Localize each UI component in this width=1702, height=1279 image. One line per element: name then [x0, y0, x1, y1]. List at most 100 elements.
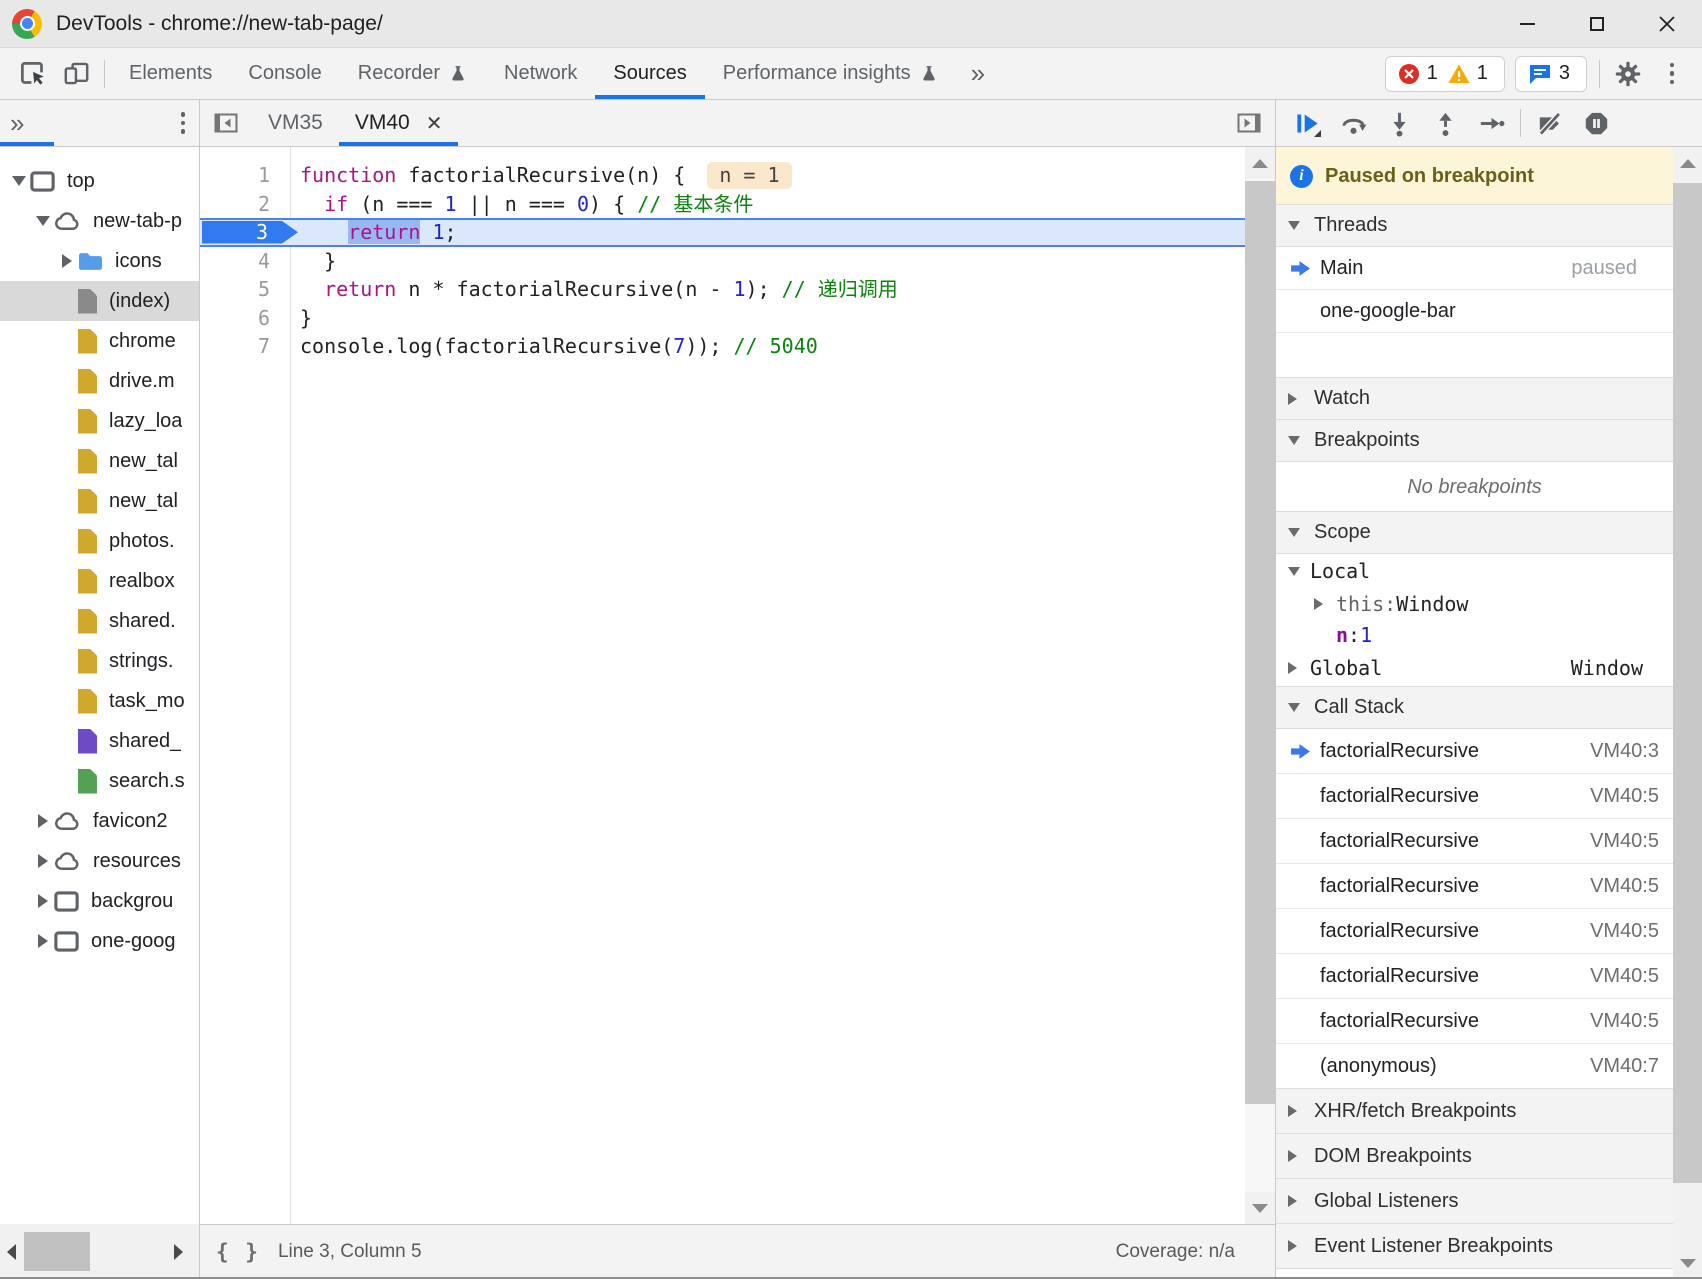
close-button[interactable] — [1632, 0, 1702, 47]
pause-on-exceptions-button[interactable] — [1573, 102, 1619, 144]
section-header-event-listener-breakpoints[interactable]: Event Listener Breakpoints — [1276, 1223, 1673, 1269]
maximize-button[interactable] — [1562, 0, 1632, 47]
scroll-down-button[interactable] — [1245, 1192, 1275, 1224]
call-stack-section-header[interactable]: Call Stack — [1276, 686, 1673, 729]
tree-item-new-tal[interactable]: new_tal — [0, 481, 199, 521]
next-tabs-button[interactable] — [1223, 100, 1275, 146]
tab-sources[interactable]: Sources — [595, 48, 704, 99]
step-over-button[interactable] — [1330, 102, 1376, 144]
code-line-2[interactable]: 2 if (n === 1 || n === 0) { // 基本条件 — [200, 190, 1275, 219]
expander-right-icon[interactable] — [38, 814, 48, 828]
device-toolbar-button[interactable] — [54, 52, 98, 96]
call-stack-frame[interactable]: factorialRecursiveVM40:3 — [1276, 729, 1673, 774]
section-header-dom-breakpoints[interactable]: DOM Breakpoints — [1276, 1133, 1673, 1179]
expander-down-icon[interactable] — [36, 216, 50, 226]
line-number[interactable]: 2 — [200, 190, 290, 219]
tree-item-shared-[interactable]: shared. — [0, 601, 199, 641]
tree-item-chrome[interactable]: chrome — [0, 321, 199, 361]
tree-item-new-tal[interactable]: new_tal — [0, 441, 199, 481]
tree-item-one-goog[interactable]: one-goog — [0, 921, 199, 961]
code-line-7[interactable]: 7console.log(factorialRecursive(7)); // … — [200, 332, 1275, 361]
step-into-button[interactable] — [1376, 102, 1422, 144]
tree-item-top[interactable]: top — [0, 161, 199, 201]
watch-section-header[interactable]: Watch — [1276, 377, 1673, 420]
main-menu-button[interactable] — [1650, 52, 1694, 96]
tree-item-favicon2[interactable]: favicon2 — [0, 801, 199, 841]
tab-performance-insights[interactable]: Performance insights — [705, 48, 957, 99]
call-stack-frame[interactable]: factorialRecursiveVM40:5 — [1276, 954, 1673, 999]
line-number[interactable]: 6 — [200, 304, 290, 333]
scope-entry-n[interactable]: n: 1 — [1276, 619, 1673, 650]
tree-item--index-[interactable]: (index) — [0, 281, 199, 321]
code-line-6[interactable]: 6} — [200, 304, 1275, 333]
deactivate-breakpoints-button[interactable] — [1527, 102, 1573, 144]
pretty-print-button[interactable]: { } — [216, 1240, 260, 1264]
tree-item-icons[interactable]: icons — [0, 241, 199, 281]
tree-item-task-mo[interactable]: task_mo — [0, 681, 199, 721]
call-stack-frame[interactable]: (anonymous)VM40:7 — [1276, 1044, 1673, 1089]
editor-tab-vm40[interactable]: VM40 ✕ — [339, 100, 459, 146]
scroll-up-button[interactable] — [1245, 147, 1275, 179]
code-line-1[interactable]: 1function factorialRecursive(n) {n = 1 — [200, 161, 1275, 190]
tree-item-photos-[interactable]: photos. — [0, 521, 199, 561]
step-out-button[interactable] — [1422, 102, 1468, 144]
issues-badge[interactable]: 1 1 — [1385, 56, 1505, 92]
call-stack-frame[interactable]: factorialRecursiveVM40:5 — [1276, 819, 1673, 864]
expander-down-icon[interactable] — [12, 176, 26, 186]
threads-section-header[interactable]: Threads — [1276, 204, 1673, 247]
navigator-horizontal-scrollbar[interactable] — [0, 1224, 199, 1279]
line-number[interactable]: 5 — [200, 275, 290, 304]
more-tabs-button[interactable]: » — [957, 58, 999, 89]
tree-item-realbox[interactable]: realbox — [0, 561, 199, 601]
line-number[interactable]: 1 — [200, 161, 290, 190]
code-line-5[interactable]: 5 return n * factorialRecursive(n - 1); … — [200, 275, 1275, 304]
tree-item-search-s[interactable]: search.s — [0, 761, 199, 801]
scrollbar-thumb[interactable] — [24, 1232, 90, 1271]
tree-item-lazy-loa[interactable]: lazy_loa — [0, 401, 199, 441]
scroll-down-button[interactable] — [1673, 1247, 1702, 1279]
breakpoints-section-header[interactable]: Breakpoints — [1276, 419, 1673, 462]
navigator-menu-button[interactable] — [181, 112, 186, 134]
scrollbar-thumb[interactable] — [1245, 181, 1275, 1104]
scope-entry-this[interactable]: this: Window — [1276, 588, 1673, 619]
expander-right-icon[interactable] — [38, 934, 48, 948]
call-stack-frame[interactable]: factorialRecursiveVM40:5 — [1276, 909, 1673, 954]
expander-right-icon[interactable] — [38, 854, 48, 868]
code-line-3[interactable]: 33 return 1; — [200, 218, 1275, 247]
scope-global-group[interactable]: Global Window — [1276, 650, 1673, 687]
expander-right-icon[interactable] — [62, 254, 72, 268]
line-number[interactable]: 4 — [200, 247, 290, 276]
tree-item-resources[interactable]: resources — [0, 841, 199, 881]
sidebar-vertical-scrollbar[interactable] — [1673, 147, 1702, 1279]
editor-tab-vm35[interactable]: VM35 — [252, 100, 339, 146]
tree-item-backgrou[interactable]: backgrou — [0, 881, 199, 921]
expander-right-icon[interactable] — [38, 894, 48, 908]
call-stack-frame[interactable]: factorialRecursiveVM40:5 — [1276, 999, 1673, 1044]
tree-item-drive-m[interactable]: drive.m — [0, 361, 199, 401]
code-editor[interactable]: 1function factorialRecursive(n) {n = 12 … — [200, 147, 1275, 1224]
thread-row-main[interactable]: Main paused — [1276, 247, 1673, 290]
section-header-xhr-fetch-breakpoints[interactable]: XHR/fetch Breakpoints — [1276, 1088, 1673, 1134]
thread-row-one-google-bar[interactable]: one-google-bar — [1276, 290, 1673, 333]
tree-item-strings-[interactable]: strings. — [0, 641, 199, 681]
section-header-global-listeners[interactable]: Global Listeners — [1276, 1178, 1673, 1224]
line-number[interactable]: 7 — [200, 332, 290, 361]
scope-section-header[interactable]: Scope — [1276, 511, 1673, 554]
tab-elements[interactable]: Elements — [111, 48, 230, 99]
tab-console[interactable]: Console — [230, 48, 339, 99]
settings-button[interactable] — [1606, 52, 1650, 96]
navigator-more-tabs-button[interactable]: » — [0, 108, 24, 139]
resume-button[interactable] — [1284, 102, 1330, 144]
call-stack-frame[interactable]: factorialRecursiveVM40:5 — [1276, 774, 1673, 819]
editor-vertical-scrollbar[interactable] — [1245, 147, 1275, 1224]
inspect-element-button[interactable] — [10, 52, 54, 96]
close-tab-icon[interactable]: ✕ — [426, 111, 443, 136]
scope-local-group[interactable]: Local — [1276, 554, 1673, 588]
minimize-button[interactable] — [1492, 0, 1562, 47]
scroll-up-button[interactable] — [1673, 147, 1702, 179]
tree-item-shared-[interactable]: shared_ — [0, 721, 199, 761]
code-line-4[interactable]: 4 } — [200, 247, 1275, 276]
tree-item-new-tab-p[interactable]: new-tab-p — [0, 201, 199, 241]
tab-network[interactable]: Network — [486, 48, 595, 99]
messages-badge[interactable]: 3 — [1515, 56, 1587, 92]
